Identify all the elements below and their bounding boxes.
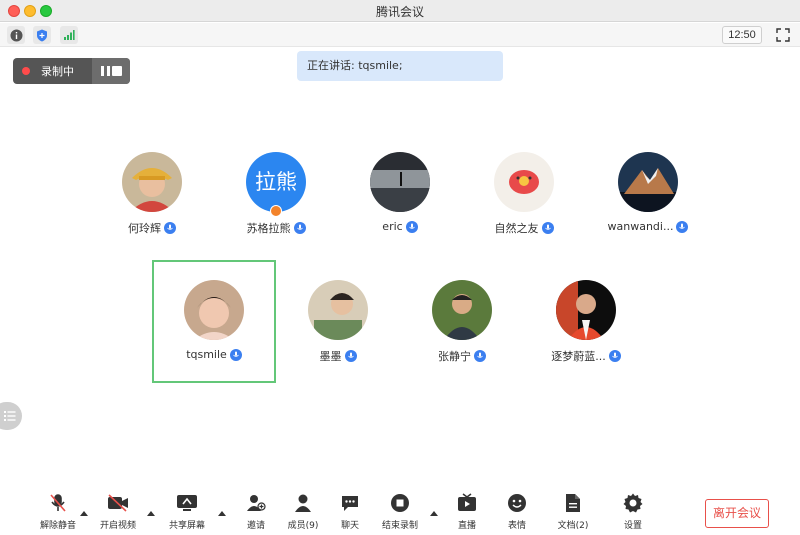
speaking-banner: 正在讲话: tqsmile; [297, 51, 503, 81]
participant-name: 张静宁 [438, 350, 471, 363]
avatar [494, 152, 554, 212]
avatar [618, 152, 678, 212]
participant-name: eric [382, 220, 403, 233]
signal-strength-icon[interactable] [60, 26, 78, 44]
live-button[interactable]: 直播 [442, 492, 492, 531]
recording-indicator: 录制中 [13, 58, 130, 84]
participant-name: 逐梦蔚蓝... [551, 350, 606, 363]
participant-name: 何玲辉 [128, 222, 161, 235]
members-button[interactable]: 成员(9) [278, 492, 328, 531]
screen-share-icon [162, 492, 212, 514]
stop-recording-icon[interactable] [112, 66, 122, 76]
mic-icon [608, 350, 621, 362]
mic-icon [229, 348, 242, 361]
info-icon[interactable] [7, 26, 25, 44]
toolbar-label: 聊天 [340, 521, 359, 531]
mic-icon [541, 222, 554, 234]
participant-name: wanwandi... [607, 220, 674, 233]
avatar [370, 152, 430, 212]
meeting-clock: 12:50 [722, 26, 762, 44]
mic-icon [405, 220, 418, 233]
status-strip: 12:50 [0, 23, 800, 47]
chat-button[interactable]: 聊天 [325, 492, 375, 531]
avatar [184, 280, 244, 340]
avatar [556, 280, 616, 340]
participant-name: 墨墨 [319, 350, 342, 363]
avatar-initials: 拉熊 [255, 170, 297, 194]
participant-name: 自然之友 [494, 222, 539, 235]
fullscreen-icon[interactable] [776, 27, 792, 43]
toolbar-label: 表情 [507, 521, 526, 531]
invite-button[interactable]: 邀请 [231, 492, 281, 531]
avatar: 拉熊 [246, 152, 306, 212]
title-bar: 腾讯会议 [0, 0, 800, 22]
share-screen-button[interactable]: 共享屏幕 [162, 492, 212, 531]
mic-icon [293, 222, 306, 234]
toolbar-label: 共享屏幕 [168, 521, 205, 531]
live-stream-icon [442, 492, 492, 514]
add-user-icon [231, 492, 281, 514]
participant-name: tqsmile [186, 348, 227, 361]
toolbar-label: 解除静音 [39, 521, 76, 531]
mic-icon [676, 220, 689, 233]
mic-icon [164, 222, 176, 234]
mic-muted-icon [33, 492, 83, 514]
meeting-toolbar: 解除静音 开启视频 共享屏幕 邀请 成员(9) 聊天 结束录制 直播 表情 文档… [0, 492, 800, 535]
toolbar-label: 开启视频 [99, 521, 136, 531]
leave-meeting-button[interactable]: 离开会议 [705, 499, 769, 528]
camera-off-icon [93, 492, 143, 514]
mic-icon [344, 350, 357, 362]
toolbar-label: 成员(9) [287, 521, 319, 531]
members-icon [278, 492, 328, 514]
mic-icon [474, 350, 486, 362]
avatar [122, 152, 182, 212]
list-icon [4, 411, 16, 421]
participant-name: 苏格拉熊 [246, 222, 291, 235]
toolbar-label: 设置 [623, 521, 642, 531]
end-recording-button[interactable]: 结束录制 [375, 492, 425, 531]
meeting-window: 腾讯会议 12:50 录制中 正在讲话: tqsmile; 何玲辉 拉熊 苏格拉… [0, 0, 800, 535]
reactions-button[interactable]: 表情 [492, 492, 542, 531]
recording-label: 录制中 [41, 65, 74, 78]
pause-recording-icon[interactable] [97, 58, 113, 84]
stop-record-icon [375, 492, 425, 514]
start-video-button[interactable]: 开启视频 [93, 492, 143, 531]
shield-icon[interactable] [33, 26, 51, 44]
avatar [432, 280, 492, 340]
record-options-caret-icon[interactable] [430, 511, 438, 516]
toolbar-label: 文档(2) [557, 521, 589, 531]
window-title: 腾讯会议 [375, 5, 424, 19]
chat-icon [325, 492, 375, 514]
smile-icon [492, 492, 542, 514]
toolbar-label: 直播 [457, 521, 476, 531]
document-icon [548, 492, 598, 514]
record-dot-icon [22, 67, 30, 75]
unmute-button[interactable]: 解除静音 [33, 492, 83, 531]
toolbar-label: 结束录制 [381, 521, 418, 531]
side-panel-toggle[interactable] [0, 402, 22, 430]
audio-options-caret-icon[interactable] [80, 511, 88, 516]
toolbar-label: 邀请 [246, 521, 265, 531]
settings-button[interactable]: 设置 [608, 492, 658, 531]
share-options-caret-icon[interactable] [218, 511, 226, 516]
documents-button[interactable]: 文档(2) [548, 492, 598, 531]
host-icon [270, 205, 282, 217]
gear-icon [608, 492, 658, 514]
video-options-caret-icon[interactable] [147, 511, 155, 516]
avatar [308, 280, 368, 340]
